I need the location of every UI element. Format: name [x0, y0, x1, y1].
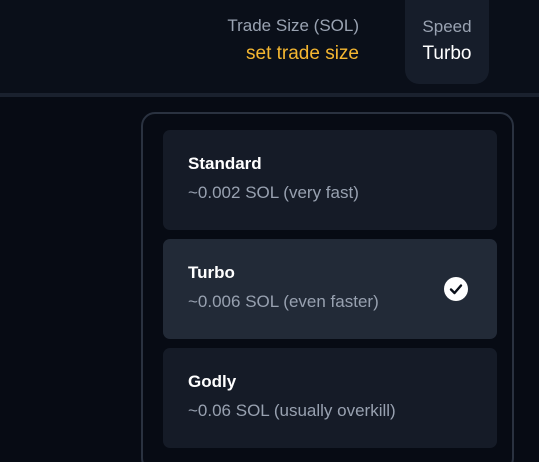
speed-option-turbo[interactable]: Turbo ~0.006 SOL (even faster): [163, 239, 497, 339]
check-circle-icon: [444, 277, 468, 301]
trade-size-control[interactable]: Trade Size (SOL) set trade size: [227, 16, 359, 65]
speed-option-godly[interactable]: Godly ~0.06 SOL (usually overkill): [163, 348, 497, 448]
trade-size-label: Trade Size (SOL): [227, 16, 359, 35]
option-name: Godly: [188, 372, 237, 391]
speed-selector-button[interactable]: Speed Turbo: [405, 0, 489, 84]
option-name: Standard: [188, 154, 262, 173]
speed-settings-page: Trade Size (SOL) set trade size Speed Tu…: [0, 0, 539, 462]
option-description: ~0.06 SOL (usually overkill): [188, 401, 396, 420]
option-description: ~0.006 SOL (even faster): [188, 292, 379, 311]
option-name: Turbo: [188, 263, 235, 282]
speed-label: Speed: [422, 17, 472, 36]
speed-dropdown: Standard ~0.002 SOL (very fast) Turbo ~0…: [141, 112, 514, 462]
speed-value: Turbo: [422, 43, 472, 64]
header-divider: [0, 93, 539, 97]
speed-option-standard[interactable]: Standard ~0.002 SOL (very fast): [163, 130, 497, 230]
set-trade-size-link[interactable]: set trade size: [227, 43, 359, 65]
option-description: ~0.002 SOL (very fast): [188, 183, 359, 202]
header-bar: Trade Size (SOL) set trade size Speed Tu…: [0, 0, 539, 93]
